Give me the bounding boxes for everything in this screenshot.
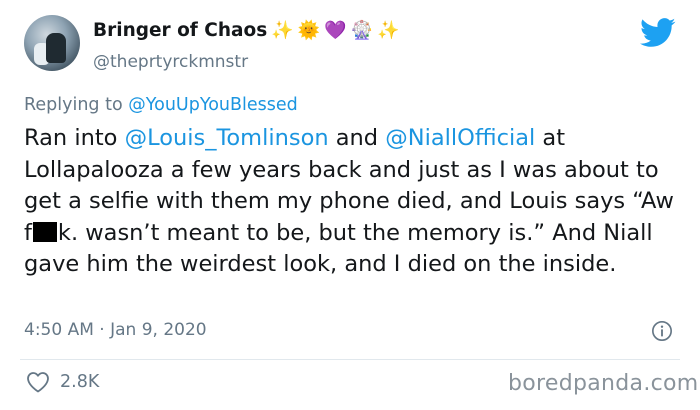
heart-icon bbox=[27, 372, 49, 393]
reply-prefix: Replying to bbox=[24, 95, 123, 115]
meta-separator: · bbox=[93, 320, 111, 340]
sparkles-emoji-2: ✨ bbox=[376, 19, 400, 41]
tweet-text-part-1: Ran into bbox=[24, 125, 125, 151]
tweet-text-part-2: and bbox=[328, 125, 386, 151]
sparkles-emoji-1: ✨ bbox=[271, 19, 294, 41]
avatar[interactable] bbox=[24, 15, 80, 71]
display-name[interactable]: Bringer of Chaos bbox=[93, 20, 267, 41]
tweet-date: Jan 9, 2020 bbox=[110, 320, 207, 340]
reply-to-mention[interactable]: @YouUpYouBlessed bbox=[128, 95, 298, 115]
watermark: boredpanda.com bbox=[508, 371, 699, 396]
ferris-wheel-emoji: 🎡 bbox=[350, 19, 373, 41]
name-row: Bringer of Chaos ✨ 🌞 💜 🎡 ✨ bbox=[93, 20, 399, 41]
avatar-figure-dark bbox=[46, 33, 66, 63]
like-count: 2.8K bbox=[60, 372, 100, 392]
redaction-box bbox=[32, 221, 57, 242]
mention-niall-official[interactable]: @NiallOfficial bbox=[385, 125, 535, 151]
purple-heart-emoji: 💜 bbox=[324, 19, 347, 41]
user-handle[interactable]: @theprtyrckmnstr bbox=[93, 52, 248, 72]
info-icon[interactable] bbox=[651, 320, 673, 342]
mention-louis-tomlinson[interactable]: @Louis_Tomlinson bbox=[125, 125, 329, 151]
divider bbox=[20, 359, 680, 360]
tweet-time: 4:50 AM bbox=[24, 320, 94, 340]
twitter-bird-icon[interactable] bbox=[640, 18, 676, 48]
reply-context: Replying to @YouUpYouBlessed bbox=[24, 95, 298, 115]
tweet-timestamp[interactable]: 4:50 AM · Jan 9, 2020 bbox=[24, 320, 207, 340]
sun-emoji: 🌞 bbox=[297, 19, 321, 41]
tweet-text-part-4: k. wasn’t meant to be, but the memory is… bbox=[24, 219, 653, 278]
tweet-text: Ran into @Louis_Tomlinson and @NiallOffi… bbox=[24, 123, 674, 281]
like-button[interactable]: 2.8K bbox=[26, 371, 99, 393]
